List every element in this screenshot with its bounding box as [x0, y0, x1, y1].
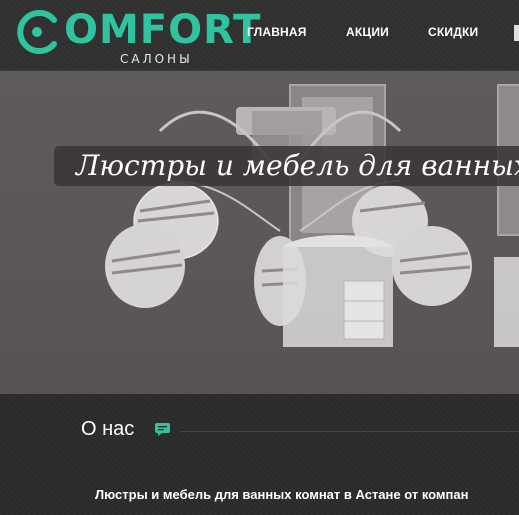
logo[interactable]: OMFORT САЛОНЫ [14, 4, 260, 68]
logo-subtitle: САЛОНЫ [120, 52, 193, 66]
logo-wordmark: OMFORT [64, 7, 262, 53]
intro-text: Люстры и мебель для ванных комнат в Аста… [95, 487, 469, 502]
section-title: О нас [81, 418, 135, 440]
chat-icon [155, 423, 170, 436]
site-header: OMFORT САЛОНЫ ГЛАВНАЯ АКЦИИ СКИДКИ [0, 0, 519, 71]
hero-caption: Люстры и мебель для ванных к [54, 146, 519, 186]
nav-item-discounts[interactable]: СКИДКИ [428, 25, 478, 39]
section-divider [180, 431, 519, 432]
nav-item-next[interactable] [514, 25, 519, 41]
nav-item-home[interactable]: ГЛАВНАЯ [247, 25, 307, 39]
hero-slider[interactable]: Люстры и мебель для ванных к [0, 71, 519, 394]
hero-image [105, 84, 519, 347]
nav-item-promotions[interactable]: АКЦИИ [346, 25, 389, 39]
hero-title: Люстры и мебель для ванных к [76, 149, 519, 182]
logo-c-icon [17, 10, 57, 54]
about-section: О нас Люстры и мебель для ванных комнат … [0, 394, 519, 515]
